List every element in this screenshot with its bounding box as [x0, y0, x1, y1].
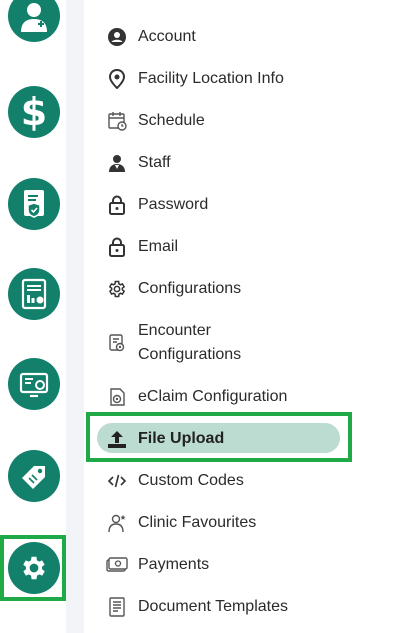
- lock-icon: [106, 236, 128, 258]
- monitor-gear-icon[interactable]: [8, 358, 60, 410]
- eclaim-icon: [106, 386, 128, 408]
- menu-item-password[interactable]: Password: [106, 191, 208, 219]
- upload-icon: [106, 428, 128, 450]
- gear-icon: [106, 278, 128, 300]
- staff-person-icon: [106, 152, 128, 174]
- menu-item-label: Facility Location Info: [138, 70, 284, 87]
- menu-item-label: Account: [138, 28, 196, 45]
- report-chart-icon[interactable]: [8, 268, 60, 320]
- menu-item-label: Configurations: [138, 280, 242, 297]
- panel-gap: [66, 0, 84, 633]
- menu-item-label: Document Templates: [138, 598, 288, 615]
- menu-item-label: Clinic Favourites: [138, 514, 257, 531]
- menu-item-label: File Upload: [138, 430, 225, 447]
- dollar-icon[interactable]: $: [8, 86, 60, 138]
- code-icon: [106, 470, 128, 492]
- icon-rail: $: [0, 0, 66, 633]
- settings-active-highlight: [0, 535, 66, 601]
- menu-item-label-line1: Encounter: [138, 322, 211, 339]
- favourites-person-icon: [106, 512, 128, 534]
- menu-item-label-line2: Configurations: [138, 346, 242, 363]
- menu-item-document-templates[interactable]: Document Templates: [106, 593, 288, 621]
- menu-item-configurations[interactable]: Configurations: [106, 275, 241, 303]
- menu-item-clinic-favourites[interactable]: Clinic Favourites: [106, 509, 256, 537]
- menu-item-label: Email: [138, 238, 179, 255]
- menu-item-encounter-configurations[interactable]: Encounter Configurations: [106, 318, 241, 368]
- dollar-glyph: $: [20, 90, 48, 134]
- payments-icon: [106, 554, 128, 576]
- menu-item-account[interactable]: Account: [106, 23, 196, 51]
- menu-item-label: Schedule: [138, 112, 205, 129]
- doctor-icon[interactable]: [8, 0, 60, 42]
- calendar-clock-icon: [106, 110, 128, 132]
- insurance-document-icon[interactable]: [8, 178, 60, 230]
- menu-item-custom-codes[interactable]: Custom Codes: [106, 467, 244, 495]
- menu-item-eclaim-configuration[interactable]: eClaim Configuration: [106, 383, 287, 411]
- settings-panel: [84, 0, 397, 633]
- menu-item-schedule[interactable]: Schedule: [106, 107, 205, 135]
- account-circle-icon: [106, 26, 128, 48]
- menu-item-staff[interactable]: Staff: [106, 149, 171, 177]
- encounter-config-icon: [106, 332, 128, 354]
- menu-item-facility-location-info[interactable]: Facility Location Info: [106, 65, 284, 93]
- menu-item-label: Payments: [138, 556, 210, 573]
- document-template-icon: [106, 596, 128, 618]
- menu-item-email[interactable]: Email: [106, 233, 178, 261]
- menu-item-label: Password: [138, 196, 209, 213]
- tag-icon[interactable]: [8, 450, 60, 502]
- menu-item-payments[interactable]: Payments: [106, 551, 209, 579]
- menu-item-label: Custom Codes: [138, 472, 244, 489]
- menu-item-file-upload[interactable]: File Upload: [106, 425, 224, 453]
- location-pin-icon: [106, 68, 128, 90]
- menu-item-label: eClaim Configuration: [138, 388, 288, 405]
- menu-item-label: Staff: [138, 154, 171, 171]
- lock-icon: [106, 194, 128, 216]
